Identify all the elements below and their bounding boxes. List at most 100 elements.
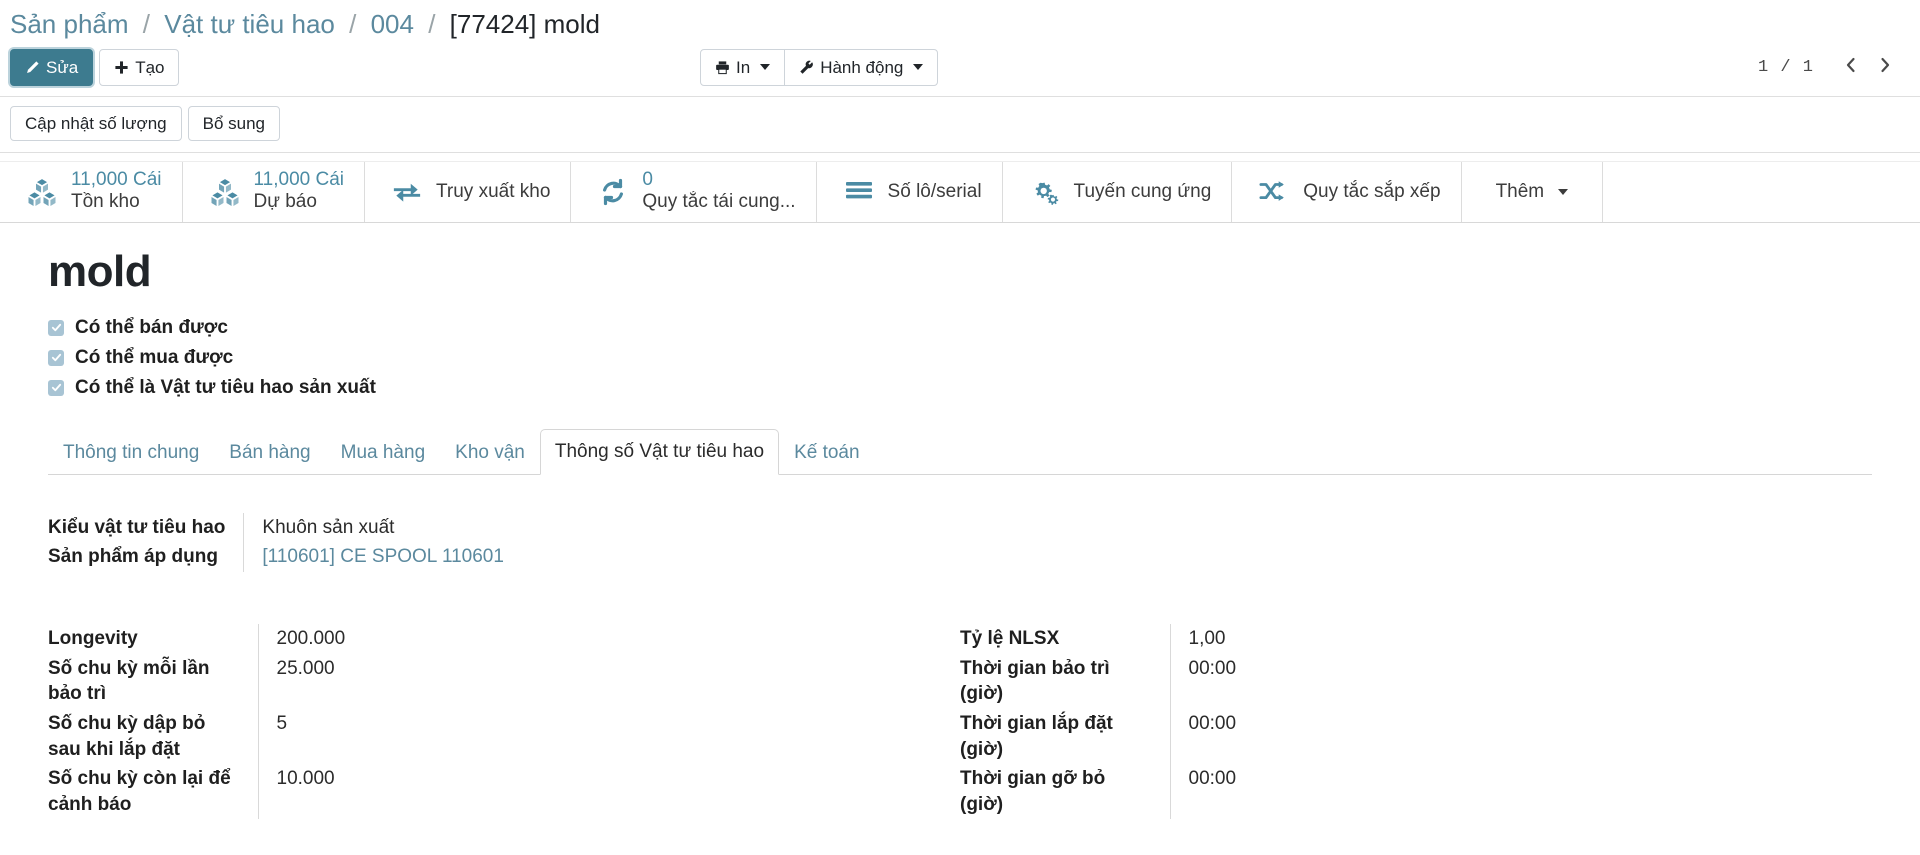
exchange-arrows-icon [391,176,423,208]
field-cycles-scrapped-after-install-label: Số chu kỳ dập bỏ sau khi lắp đặt [48,709,258,764]
field-consumable-type-value[interactable]: Khuôn sản xuất [244,513,504,543]
refresh-icon [597,176,629,208]
form-sheet: mold Có thể bán được Có thể mua được [0,223,1920,820]
list-bars-icon [843,176,875,208]
field-applied-product-value: [110601] CE SPOOL 110601 [244,542,504,572]
field-cycles-remaining-warning-value[interactable]: 10.000 [258,764,438,819]
update-quantity-button[interactable]: Cập nhật số lượng [10,106,182,141]
statbar-filler [1603,162,1920,222]
breadcrumb-item-current: [77424] mold [450,9,600,39]
field-consumable-type: Kiểu vật tư tiêu hao Khuôn sản xuất [48,513,504,543]
stat-traceability-label: Truy xuất kho [436,181,550,203]
field-table-left: Longevity 200.000 Số chu kỳ mỗi lần bảo … [48,624,438,819]
stat-on-hand-value: 11,000 Cái [71,169,162,191]
breadcrumb-separator: / [342,9,363,39]
stat-putaway-rules[interactable]: Quy tắc sắp xếp [1232,162,1461,222]
check-icon [48,350,64,366]
stat-text: 0 Quy tắc tái cung... [642,169,795,214]
field-maintenance-time-value[interactable]: 00:00 [1170,654,1350,709]
secondary-button-row: Cập nhật số lượng Bổ sung [0,97,1920,153]
field-group-columns: Longevity 200.000 Số chu kỳ mỗi lần bảo … [48,624,1872,819]
pager: 1 / 1 [1758,53,1910,81]
edit-button[interactable]: Sửa [10,49,93,86]
create-button[interactable]: Tạo [99,49,179,86]
stat-on-hand[interactable]: 11,000 Cái Tồn kho [0,162,183,222]
field-removal-time-value[interactable]: 00:00 [1170,764,1350,819]
stat-traceability[interactable]: Truy xuất kho [365,162,571,222]
stat-reordering-rules-label: Quy tắc tái cung... [642,191,795,214]
tab-consumable-parameters[interactable]: Thông số Vật tư tiêu hao [540,429,779,475]
breadcrumb-item-consumables[interactable]: Vật tư tiêu hao [164,9,335,39]
tab-sales[interactable]: Bán hàng [214,430,325,475]
field-production-ratio-value[interactable]: 1,00 [1170,624,1350,654]
checkbox-can-be-consumable[interactable]: Có thể là Vật tư tiêu hao sản xuất [48,377,376,399]
edit-button-label: Sửa [46,59,78,76]
field-installation-time: Thời gian lắp đặt (giờ) 00:00 [960,709,1350,764]
notebook-tabs: Thông tin chung Bán hàng Mua hàng Kho vậ… [48,429,1872,475]
stat-more-label: Thêm [1496,181,1545,203]
field-cycles-scrapped-after-install-value[interactable]: 5 [258,709,438,764]
field-longevity: Longevity 200.000 [48,624,438,654]
breadcrumb-separator: / [136,9,157,39]
page-title: mold [48,249,1872,295]
tab-general-information[interactable]: Thông tin chung [48,430,214,475]
printer-icon [715,60,730,75]
field-cycles-per-maintenance-value[interactable]: 25.000 [258,654,438,709]
secondary-actions: In Hành động [700,49,938,86]
pager-next-button[interactable] [1868,53,1902,81]
action-button[interactable]: Hành động [784,49,938,86]
checkbox-can-be-purchased[interactable]: Có thể mua được [48,347,233,369]
breadcrumb-item-004[interactable]: 004 [371,9,414,39]
stat-lot-serial[interactable]: Số lô/serial [817,162,1003,222]
field-table-right: Tỷ lệ NLSX 1,00 Thời gian bảo trì (giờ) … [960,624,1350,819]
gears-icon [1029,176,1061,208]
print-button[interactable]: In [700,49,785,86]
checkbox-can-be-sold-label: Có thể bán được [75,317,228,339]
field-cycles-scrapped-after-install: Số chu kỳ dập bỏ sau khi lắp đặt 5 [48,709,438,764]
breadcrumb-item-products[interactable]: Sản phẩm [10,9,129,39]
field-group-right: Tỷ lệ NLSX 1,00 Thời gian bảo trì (giờ) … [960,624,1872,819]
checkbox-can-be-sold[interactable]: Có thể bán được [48,317,228,339]
pager-previous-button[interactable] [1834,53,1868,81]
field-longevity-value[interactable]: 200.000 [258,624,438,654]
create-button-label: Tạo [135,59,164,76]
stat-button-bar: 11,000 Cái Tồn kho 11,000 Cái Dự báo [0,161,1920,223]
pager-value: 1 / 1 [1758,58,1814,77]
breadcrumb-separator: / [421,9,442,39]
tab-purchase[interactable]: Mua hàng [326,430,441,475]
field-cycles-remaining-warning-label: Số chu kỳ còn lại để cảnh báo [48,764,258,819]
stat-reordering-rules[interactable]: 0 Quy tắc tái cung... [571,162,816,222]
primary-actions: Sửa Tạo [10,49,179,86]
stat-forecast-label: Dự báo [254,191,345,214]
field-removal-time: Thời gian gỡ bỏ (giờ) 00:00 [960,764,1350,819]
field-maintenance-time: Thời gian bảo trì (giờ) 00:00 [960,654,1350,709]
stat-routes[interactable]: Tuyến cung ứng [1003,162,1233,222]
stat-text: 11,000 Cái Dự báo [254,169,345,214]
field-table-top: Kiểu vật tư tiêu hao Khuôn sản xuất Sản … [48,513,504,572]
tab-inventory[interactable]: Kho vận [440,430,540,475]
stat-lot-serial-label: Số lô/serial [888,181,982,203]
cubes-icon [26,176,58,208]
replenish-button[interactable]: Bổ sung [188,106,280,141]
stat-more-button[interactable]: Thêm [1462,162,1604,222]
field-maintenance-time-label: Thời gian bảo trì (giờ) [960,654,1170,709]
chevron-right-icon [1878,55,1892,75]
tab-accounting[interactable]: Kế toán [779,430,875,475]
stat-forecast[interactable]: 11,000 Cái Dự báo [183,162,366,222]
plus-icon [114,60,129,75]
caret-down-icon [1558,189,1568,195]
field-production-ratio-label: Tỷ lệ NLSX [960,624,1170,654]
stat-text: Số lô/serial [888,181,982,203]
check-icon [48,320,64,336]
checkbox-can-be-purchased-label: Có thể mua được [75,347,233,369]
field-cycles-remaining-warning: Số chu kỳ còn lại để cảnh báo 10.000 [48,764,438,819]
field-installation-time-value[interactable]: 00:00 [1170,709,1350,764]
field-removal-time-label: Thời gian gỡ bỏ (giờ) [960,764,1170,819]
field-production-ratio: Tỷ lệ NLSX 1,00 [960,624,1350,654]
field-longevity-label: Longevity [48,624,258,654]
stat-on-hand-label: Tồn kho [71,191,162,214]
field-applied-product-link[interactable]: [110601] CE SPOOL 110601 [262,546,504,567]
breadcrumb: Sản phẩm / Vật tư tiêu hao / 004 / [7742… [0,0,1920,45]
control-panel: Sửa Tạo In [0,45,1920,97]
field-applied-product: Sản phẩm áp dụng [110601] CE SPOOL 11060… [48,542,504,572]
